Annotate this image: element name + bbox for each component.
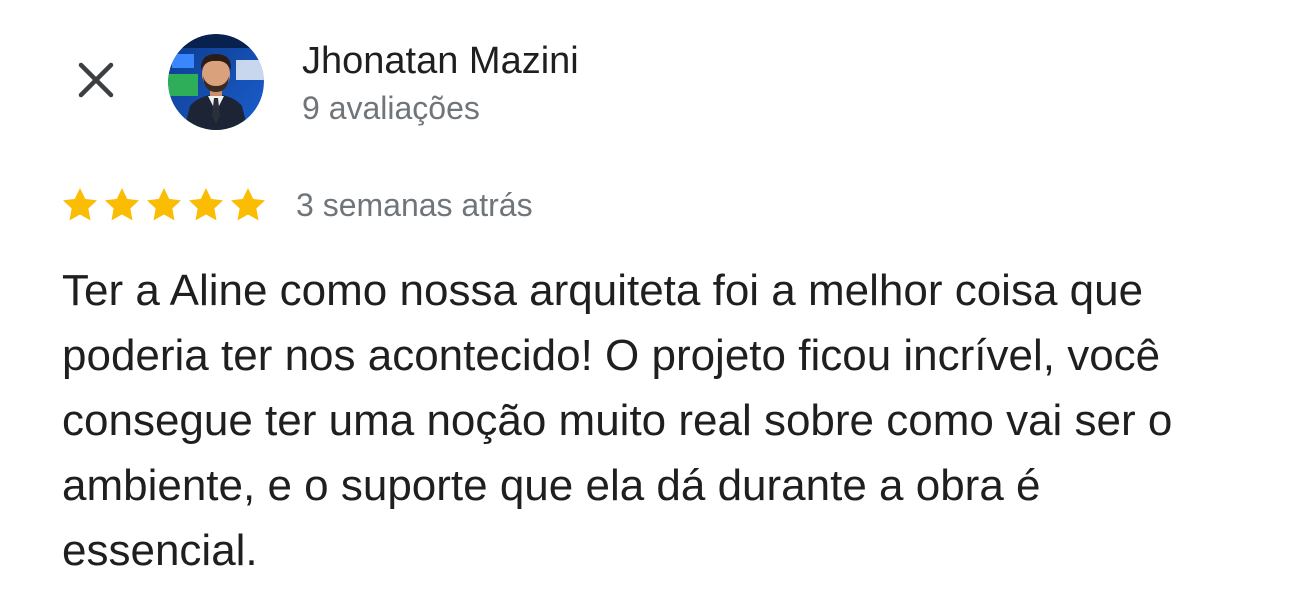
star-icon [63,188,97,221]
review-card: Jhonatan Mazini 9 avaliações 3 semanas a… [0,0,1290,592]
review-text: Ter a Aline como nossa arquiteta foi a m… [62,266,1173,575]
close-icon [78,62,114,98]
rating-row: 3 semanas atrás [60,180,533,230]
star-icon [105,188,139,221]
close-button[interactable] [66,50,126,110]
avatar[interactable] [168,34,264,130]
star-icon [231,188,265,221]
star-icon [147,188,181,221]
review-date: 3 semanas atrás [296,186,533,223]
review-count: 9 avaliações [302,90,480,126]
star-icon [189,188,223,221]
star-rating [60,185,270,225]
reviewer-name[interactable]: Jhonatan Mazini [302,38,579,84]
